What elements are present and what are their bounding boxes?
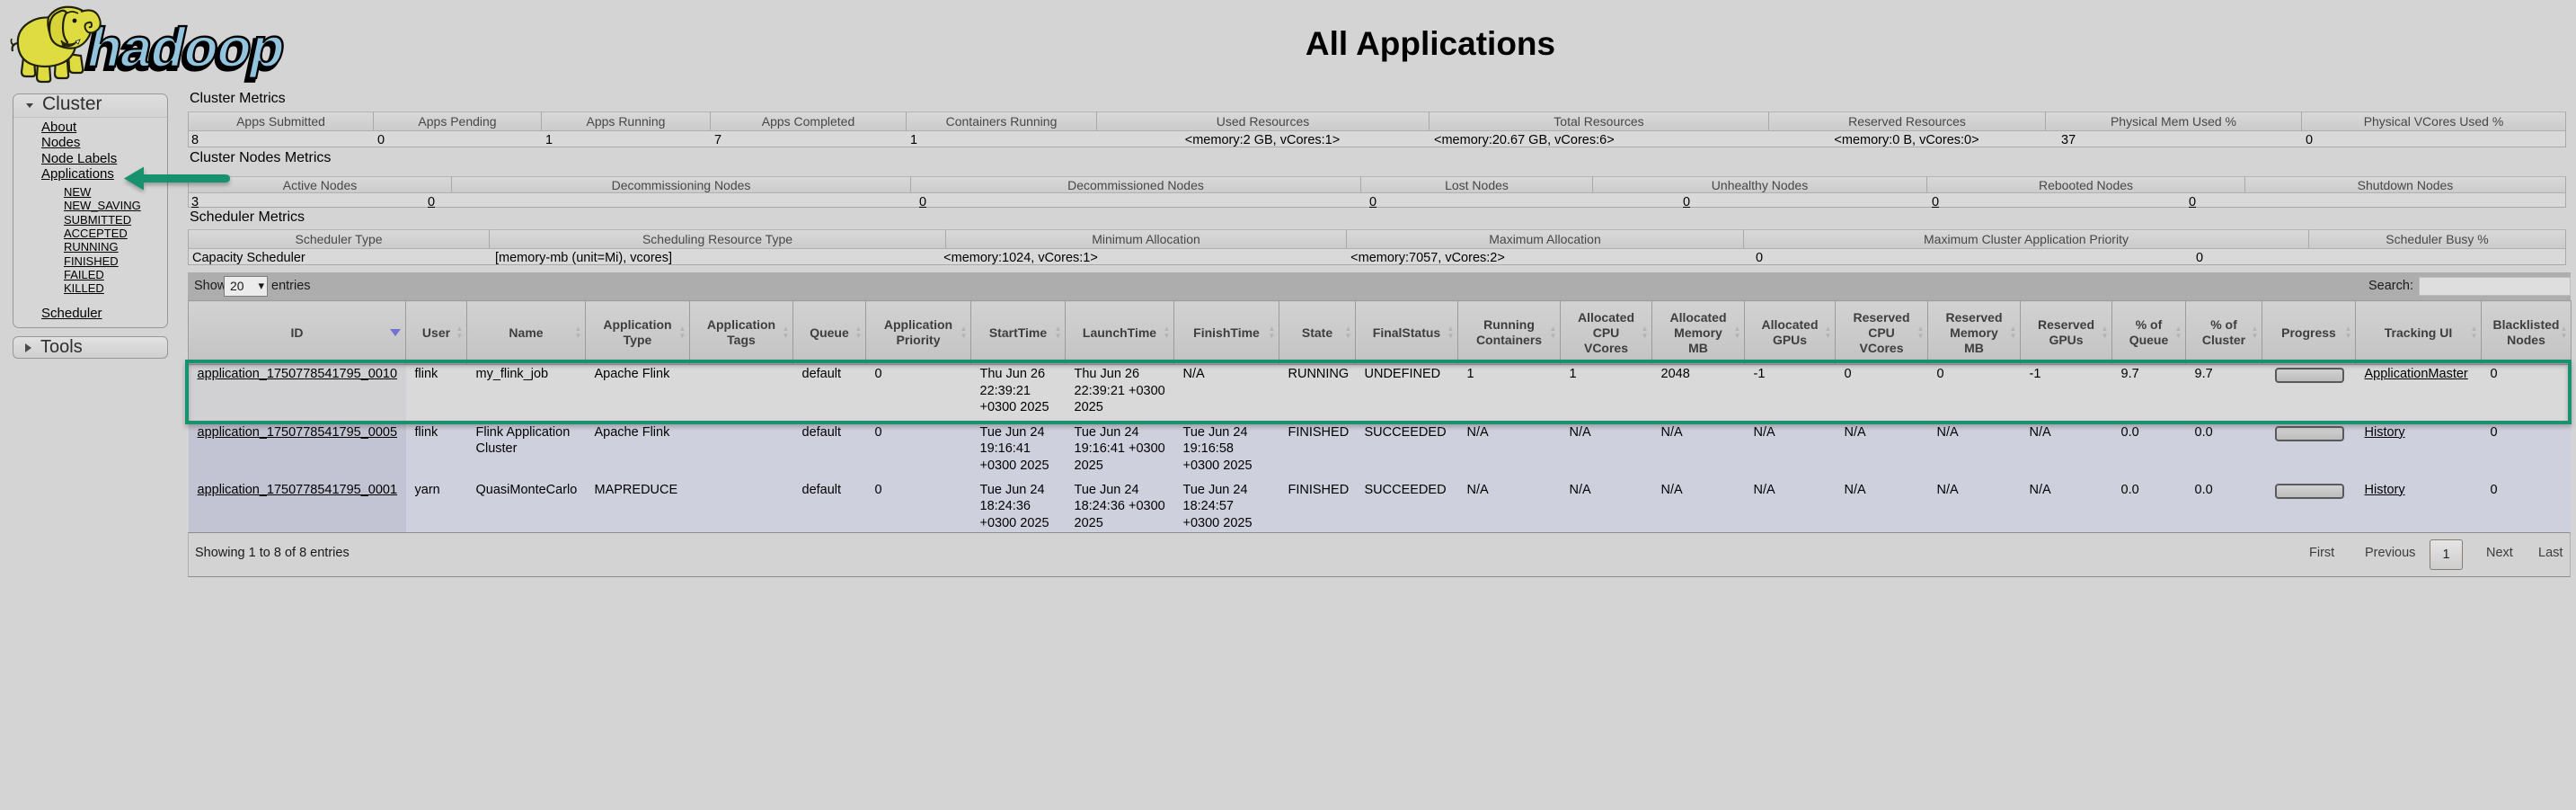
svg-text:hadoop: hadoop <box>82 17 291 79</box>
